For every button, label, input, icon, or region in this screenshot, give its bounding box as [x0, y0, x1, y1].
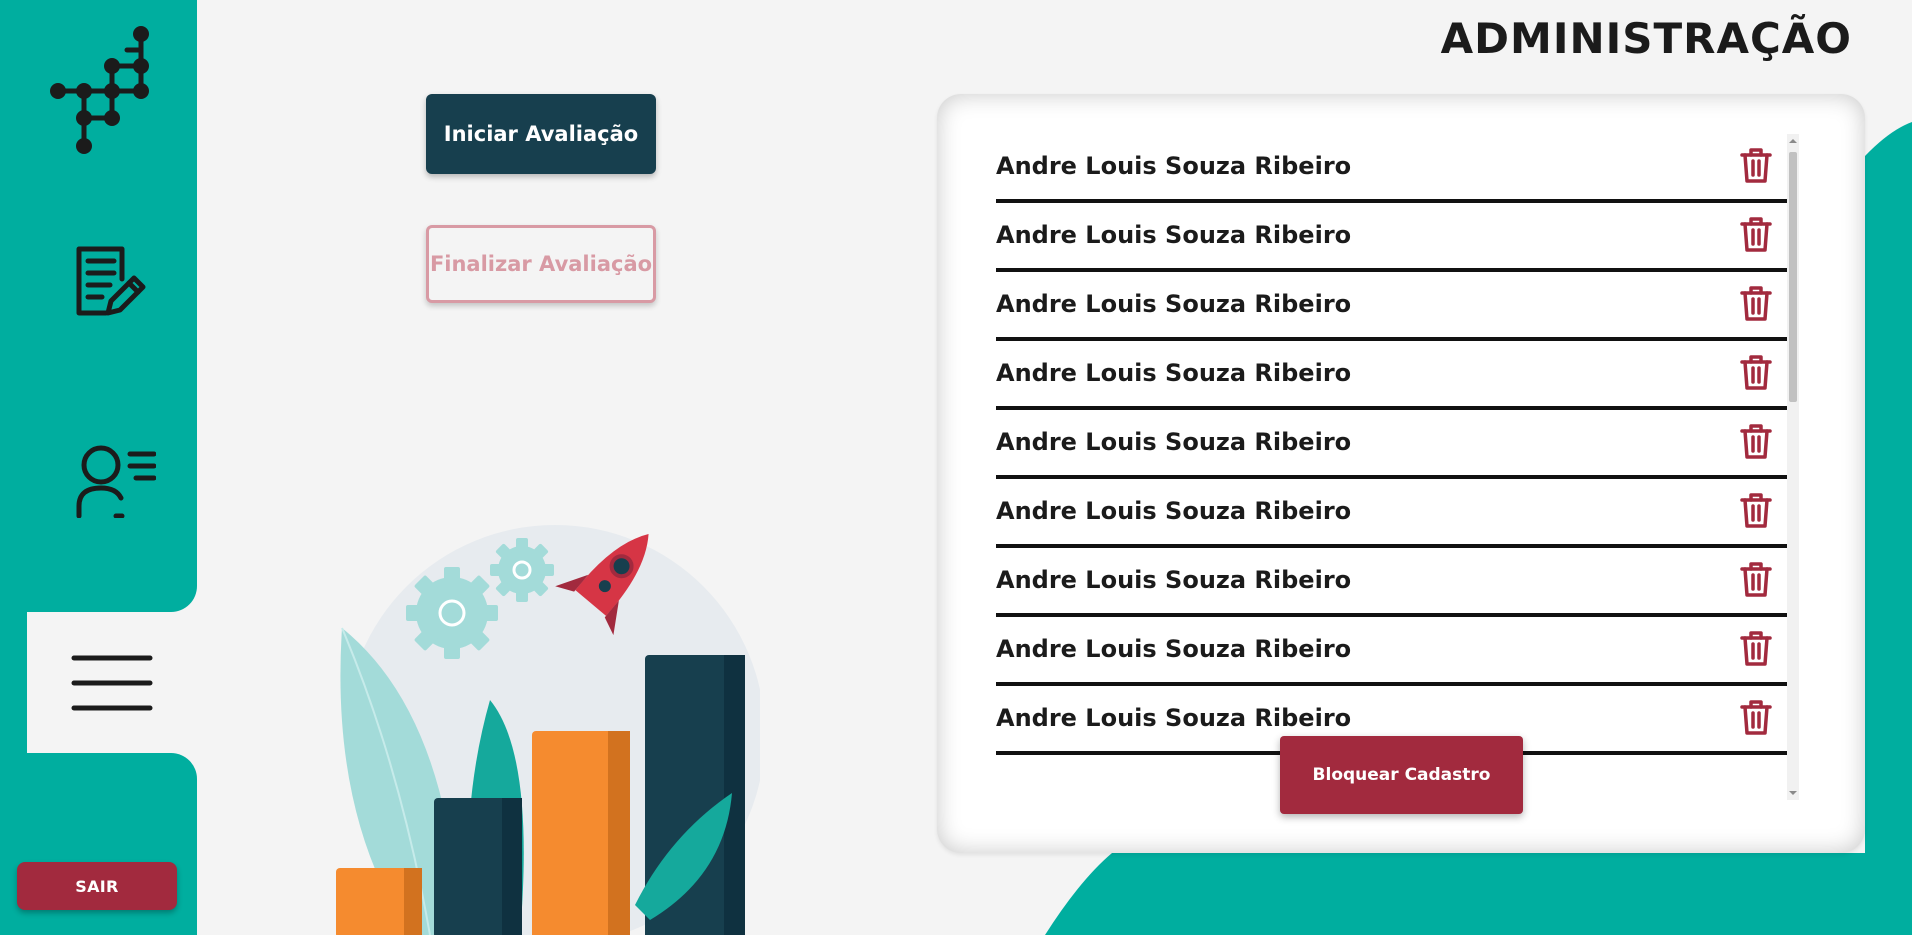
trash-icon[interactable]: [1739, 146, 1773, 184]
scroll-down-arrow-icon[interactable]: [1789, 789, 1797, 797]
block-registration-button[interactable]: Bloquear Cadastro: [1280, 736, 1523, 814]
page-title: ADMINISTRAÇÃO: [1440, 14, 1852, 63]
list-scrollbar[interactable]: [1787, 134, 1799, 800]
student-name: Andre Louis Souza Ribeiro: [996, 497, 1352, 525]
list-item: Andre Louis Souza Ribeiro: [996, 134, 1787, 203]
student-list[interactable]: Andre Louis Souza Ribeiro Andre Louis So…: [996, 134, 1787, 800]
finish-evaluation-button[interactable]: Finalizar Avaliação: [426, 225, 656, 303]
student-list-panel: Andre Louis Souza Ribeiro Andre Louis So…: [937, 94, 1865, 853]
student-name: Andre Louis Souza Ribeiro: [996, 428, 1352, 456]
student-name: Andre Louis Souza Ribeiro: [996, 566, 1352, 594]
student-name: Andre Louis Souza Ribeiro: [996, 635, 1352, 663]
list-item: Andre Louis Souza Ribeiro: [996, 410, 1787, 479]
trash-icon[interactable]: [1739, 215, 1773, 253]
scroll-thumb[interactable]: [1789, 152, 1797, 402]
document-edit-icon[interactable]: [74, 243, 148, 317]
list-item: Andre Louis Souza Ribeiro: [996, 479, 1787, 548]
sidebar-strip: [0, 580, 27, 780]
student-name: Andre Louis Souza Ribeiro: [996, 359, 1352, 387]
nav-item-menu[interactable]: [27, 614, 227, 752]
list-item: Andre Louis Souza Ribeiro: [996, 548, 1787, 617]
scroll-up-arrow-icon[interactable]: [1789, 137, 1797, 145]
trash-icon[interactable]: [1739, 560, 1773, 598]
user-list-icon[interactable]: [74, 444, 156, 518]
student-name: Andre Louis Souza Ribeiro: [996, 221, 1352, 249]
list-item: Andre Louis Souza Ribeiro: [996, 272, 1787, 341]
student-list-viewport: Andre Louis Souza Ribeiro Andre Louis So…: [996, 134, 1799, 800]
list-item: Andre Louis Souza Ribeiro: [996, 203, 1787, 272]
trash-icon[interactable]: [1739, 422, 1773, 460]
trash-icon[interactable]: [1739, 353, 1773, 391]
list-item: Andre Louis Souza Ribeiro: [996, 617, 1787, 686]
growth-chart-illustration: [336, 525, 760, 935]
trash-icon[interactable]: [1739, 698, 1773, 736]
molecule-network-icon: [50, 26, 149, 154]
student-name: Andre Louis Souza Ribeiro: [996, 152, 1352, 180]
student-name: Andre Louis Souza Ribeiro: [996, 290, 1352, 318]
list-item: Andre Louis Souza Ribeiro: [996, 341, 1787, 410]
trash-icon[interactable]: [1739, 284, 1773, 322]
student-name: Andre Louis Souza Ribeiro: [996, 704, 1352, 732]
hamburger-menu-icon: [71, 655, 153, 711]
start-evaluation-button[interactable]: Iniciar Avaliação: [426, 94, 656, 174]
logout-button[interactable]: SAIR: [17, 862, 177, 910]
trash-icon[interactable]: [1739, 629, 1773, 667]
trash-icon[interactable]: [1739, 491, 1773, 529]
